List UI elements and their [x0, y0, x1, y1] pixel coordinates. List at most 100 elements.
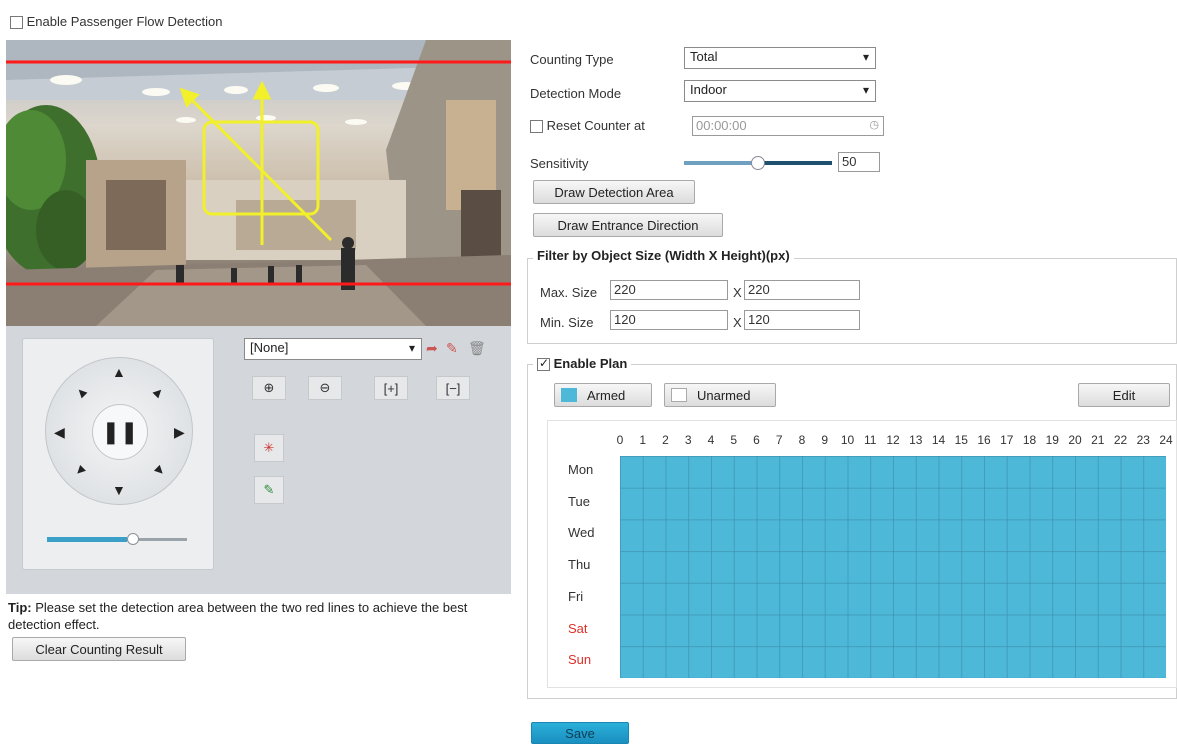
- ptz-direction-box: ▲ ▼ ◀ ▶ ▲ ▲ ▼ ▼ ❚❚: [22, 338, 214, 570]
- chevron-down-icon: ▾: [862, 50, 869, 64]
- reset-counter-time-value: 00:00:00: [696, 118, 747, 133]
- detection-mode-select[interactable]: Indoor ▾: [684, 80, 876, 102]
- min-x-label: X: [733, 315, 742, 330]
- max-x-label: X: [733, 285, 742, 300]
- pause-icon[interactable]: ❚❚: [92, 404, 148, 460]
- unarmed-button[interactable]: Unarmed: [664, 383, 776, 407]
- chevron-down-icon: ▾: [862, 83, 869, 97]
- hour-label: 23: [1136, 433, 1150, 447]
- reset-counter-row[interactable]: Reset Counter at: [530, 118, 645, 134]
- sensitivity-input-value: 50: [842, 154, 857, 169]
- sensitivity-input[interactable]: 50: [838, 152, 880, 172]
- min-size-label: Min. Size: [540, 315, 594, 330]
- hour-label: 24: [1159, 433, 1173, 447]
- hour-label: 9: [821, 433, 829, 447]
- save-button[interactable]: Save: [531, 722, 629, 744]
- armed-swatch: [561, 388, 577, 402]
- video-preview[interactable]: [6, 40, 511, 326]
- draw-detection-area-button[interactable]: Draw Detection Area: [533, 180, 695, 204]
- light-icon[interactable]: ✳: [254, 434, 284, 462]
- armed-label: Armed: [587, 387, 626, 403]
- max-width-value: 220: [614, 282, 636, 297]
- hour-label: 12: [886, 433, 900, 447]
- arrow-down-icon[interactable]: ▼: [112, 482, 126, 498]
- ptz-speed-slider[interactable]: [41, 533, 197, 545]
- hour-label: 5: [730, 433, 738, 447]
- day-label: Wed: [568, 525, 595, 541]
- tip-body: Please set the detection area between th…: [8, 600, 468, 632]
- sensitivity-slider[interactable]: [684, 156, 832, 170]
- ptz-panel: ▲ ▼ ◀ ▶ ▲ ▲ ▼ ▼ ❚❚ [None] ▾ ➦ ✎ 🗑 ⊕ ⊖ [+…: [6, 326, 511, 594]
- hour-label: 17: [1000, 433, 1014, 447]
- hour-label: 8: [798, 433, 806, 447]
- delete-preset-icon[interactable]: 🗑: [468, 340, 486, 357]
- enable-detection-row[interactable]: Enable Passenger Flow Detection: [10, 14, 223, 30]
- day-label: Fri: [568, 588, 584, 604]
- enable-plan-checkbox[interactable]: [537, 356, 550, 372]
- preset-select[interactable]: [None] ▾: [244, 338, 422, 360]
- max-size-label: Max. Size: [540, 285, 598, 300]
- hour-label: 10: [840, 433, 855, 447]
- arrow-up-right-icon[interactable]: ▲: [148, 381, 169, 402]
- hour-label: 0: [616, 433, 624, 447]
- day-label: Mon: [568, 462, 594, 477]
- reset-counter-label: Reset Counter at: [546, 118, 645, 133]
- hour-label: 11: [864, 433, 877, 447]
- max-width-input[interactable]: 220: [610, 280, 728, 300]
- sensitivity-thumb[interactable]: [751, 156, 765, 170]
- schedule-grid[interactable]: [620, 456, 1166, 678]
- sensitivity-label: Sensitivity: [530, 156, 589, 171]
- reset-counter-time-input[interactable]: 00:00:00 ◷: [692, 116, 884, 136]
- enable-plan-label: Enable Plan: [553, 356, 628, 371]
- hour-label: 19: [1045, 433, 1059, 447]
- day-label: Tue: [568, 493, 590, 509]
- hour-label: 7: [775, 433, 783, 447]
- unarmed-swatch: [671, 388, 687, 402]
- chevron-down-icon: ▾: [408, 341, 415, 355]
- detection-mode-label: Detection Mode: [530, 86, 622, 101]
- reset-counter-checkbox[interactable]: [530, 120, 543, 134]
- sensitivity-fill: [684, 161, 758, 165]
- call-preset-icon[interactable]: ➦: [426, 340, 438, 357]
- counting-type-select[interactable]: Total ▾: [684, 47, 876, 69]
- draw-entrance-direction-button[interactable]: Draw Entrance Direction: [533, 213, 723, 237]
- detection-mode-value: Indoor: [690, 82, 727, 97]
- zoom-in-icon[interactable]: ⊕: [252, 376, 286, 400]
- zoom-out-icon[interactable]: ⊖: [308, 376, 342, 400]
- day-label: Thu: [568, 557, 591, 573]
- min-width-value: 120: [614, 312, 636, 327]
- hour-label: 20: [1068, 433, 1082, 447]
- wiper-icon[interactable]: ✎: [254, 476, 284, 504]
- tip-text: Tip: Please set the detection area betwe…: [8, 599, 508, 633]
- max-height-input[interactable]: 220: [744, 280, 860, 300]
- hour-label: 3: [684, 433, 692, 447]
- enable-detection-checkbox[interactable]: [10, 16, 23, 30]
- preset-select-value: [None]: [250, 340, 289, 355]
- arrow-down-right-icon[interactable]: ▼: [148, 459, 169, 480]
- mall-camera-preview: [6, 40, 511, 326]
- counting-type-label: Counting Type: [530, 52, 614, 67]
- max-height-value: 220: [748, 282, 770, 297]
- enable-plan-row[interactable]: Enable Plan: [533, 356, 632, 372]
- edit-preset-icon[interactable]: ✎: [446, 340, 458, 357]
- hour-label: 21: [1091, 433, 1105, 447]
- arrow-up-icon[interactable]: ▲: [112, 364, 126, 380]
- armed-button[interactable]: Armed: [554, 383, 652, 407]
- hour-label: 2: [662, 433, 669, 447]
- day-label: Sun: [568, 652, 592, 668]
- hour-label: 15: [954, 433, 968, 447]
- focus-near-icon[interactable]: [+]: [374, 376, 408, 400]
- enable-detection-label: Enable Passenger Flow Detection: [26, 14, 223, 29]
- focus-far-icon[interactable]: [−]: [436, 376, 470, 400]
- edit-plan-button[interactable]: Edit: [1078, 383, 1170, 407]
- hour-label: 1: [639, 433, 647, 447]
- hour-label: 22: [1113, 433, 1128, 447]
- arrow-down-left-icon[interactable]: ▼: [70, 459, 91, 480]
- arrow-left-icon[interactable]: ◀: [54, 424, 65, 441]
- hour-label: 4: [707, 433, 715, 447]
- clear-counting-button[interactable]: Clear Counting Result: [12, 637, 186, 661]
- min-height-input[interactable]: 120: [744, 310, 860, 330]
- arrow-up-left-icon[interactable]: ▲: [70, 381, 91, 402]
- arrow-right-icon[interactable]: ▶: [174, 424, 185, 441]
- min-width-input[interactable]: 120: [610, 310, 728, 330]
